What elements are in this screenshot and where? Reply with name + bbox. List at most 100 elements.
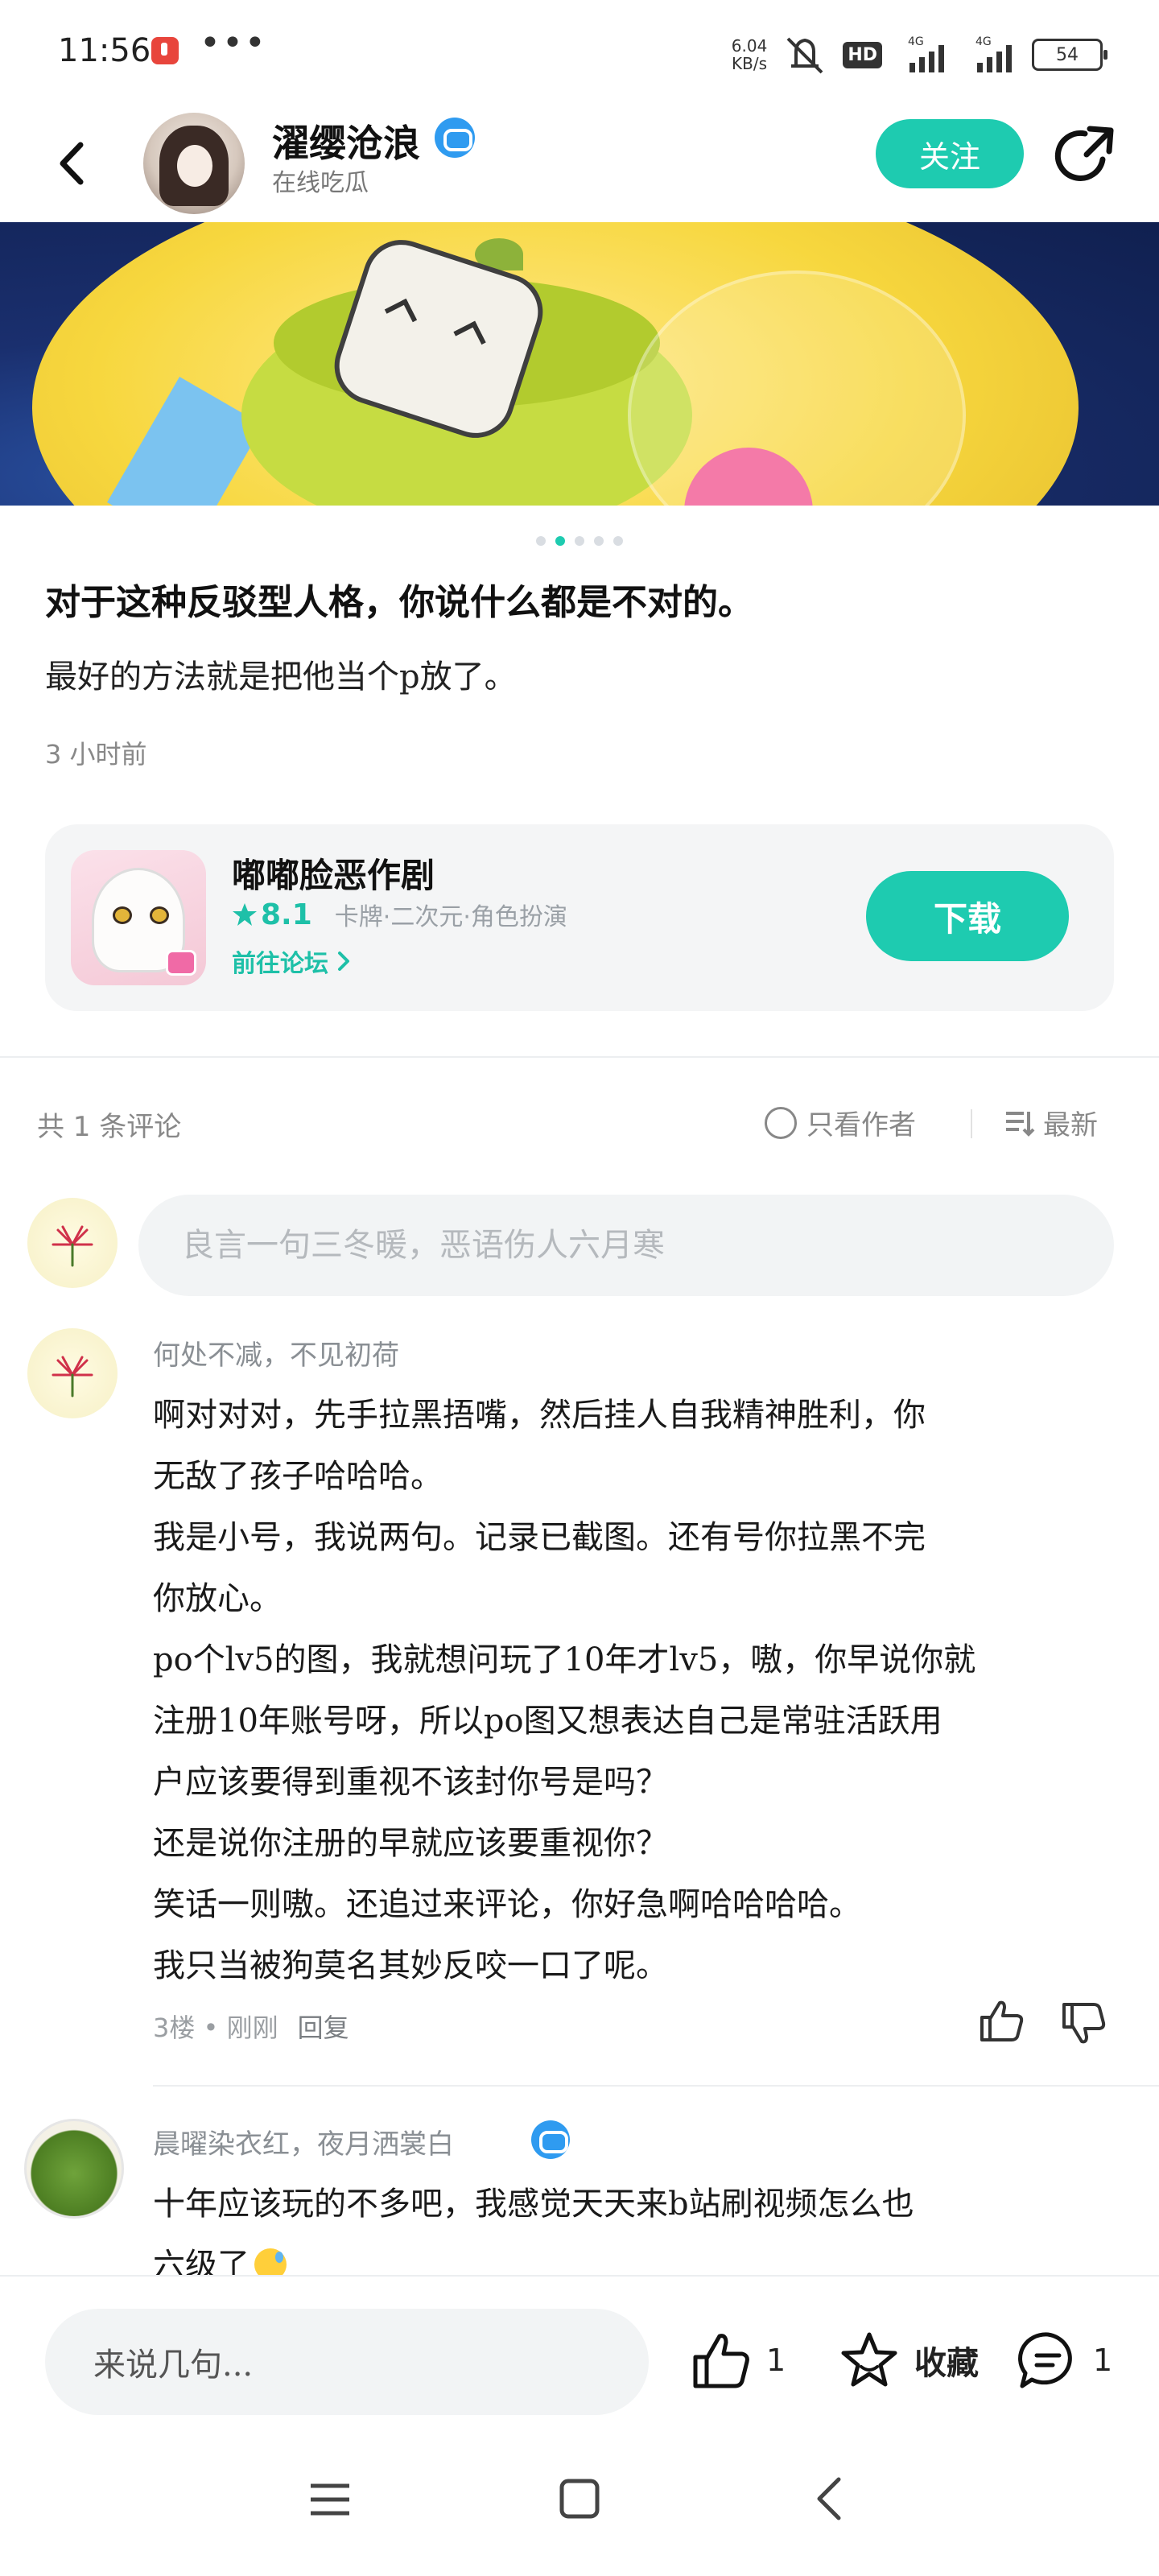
my-avatar: [27, 1198, 118, 1288]
game-card[interactable]: 嘟嘟脸恶作剧 8.1 卡牌·二次元·角色扮演 前往论坛 下载: [45, 824, 1114, 1011]
post-body: 最好的方法就是把他当个p放了。: [45, 658, 517, 696]
like-button[interactable]: 1: [689, 2328, 786, 2392]
mute-icon: [786, 37, 823, 74]
comment-input[interactable]: [138, 1195, 1114, 1296]
back-nav-icon[interactable]: [813, 2475, 845, 2523]
author-name[interactable]: 濯缨沧浪: [272, 114, 420, 167]
favorite-button[interactable]: 收藏: [837, 2328, 979, 2392]
carousel-dot: [613, 536, 623, 546]
comment-line: 还是说你注册的早就应该要重视你？: [153, 1825, 668, 1862]
comment-meta: 3楼 • 刚刚 回复: [153, 2008, 349, 2045]
status-indicators: 6.04 KB/s HD 4G 4G 54: [732, 31, 1107, 79]
game-tags: 卡牌·二次元·角色扮演: [334, 903, 567, 931]
comment-time: 刚刚: [226, 2013, 278, 2043]
net-speed: 6.04 KB/s: [732, 37, 768, 72]
comment-icon: [1018, 2332, 1072, 2388]
author-avatar[interactable]: [143, 113, 245, 214]
comment-divider: [153, 2085, 1159, 2087]
bottom-action-bar: 来说几句... 1 收藏 1: [0, 2275, 1159, 2428]
game-rating: 8.1 卡牌·二次元·角色扮演: [232, 897, 567, 932]
download-button[interactable]: 下载: [866, 871, 1069, 961]
star-outline-icon: [841, 2332, 897, 2387]
status-time: 11:56: [58, 32, 151, 69]
comment-line: po个lv5的图，我就想问玩了10年才lv5，嗷，你早说你就: [153, 1641, 976, 1678]
hd-badge: HD: [843, 41, 882, 68]
verified-icon: [435, 118, 475, 158]
forum-link-label: 前往论坛: [232, 950, 328, 978]
radio-icon[interactable]: [765, 1106, 797, 1139]
post-header: 濯缨沧浪 在线吃瓜 关注: [0, 105, 1159, 222]
back-icon[interactable]: [48, 127, 97, 200]
thumbs-up-icon: [693, 2334, 749, 2388]
reply-input[interactable]: 来说几句...: [45, 2309, 649, 2415]
comment-floor: 3楼: [153, 2013, 196, 2043]
sort-button[interactable]: 最新: [1003, 1103, 1098, 1142]
thumbs-down-icon[interactable]: [1059, 2000, 1107, 2048]
game-icon-eye: [113, 906, 132, 924]
svg-text:4G: 4G: [975, 35, 992, 48]
comment-line: 你放心。: [153, 1580, 282, 1617]
signal-icon: 4G: [908, 35, 944, 72]
carousel-dot: [575, 536, 584, 546]
verified-icon: [531, 2120, 570, 2159]
menu-icon[interactable]: [309, 2481, 351, 2518]
follow-button[interactable]: 关注: [876, 119, 1024, 188]
net-speed-value: 6.04: [731, 36, 768, 56]
game-name[interactable]: 嘟嘟脸恶作剧: [232, 848, 435, 898]
comment-line: 无敌了孩子哈哈哈。: [153, 1458, 443, 1495]
system-nav-bar: [0, 2428, 1159, 2576]
comment-body: 啊对对对，先手拉黑捂嘴，然后挂人自我精神胜利，你 无敌了孩子哈哈哈。 我是小号，…: [153, 1385, 1119, 1996]
commenter-avatar[interactable]: [27, 1328, 118, 1418]
carousel-dot: [594, 536, 604, 546]
comment-line: 注册10年账号呀，所以po图又想表达自己是常驻活跃用: [153, 1703, 942, 1740]
comment-line: 啊对对对，先手拉黑捂嘴，然后挂人自我精神胜利，你: [153, 1397, 926, 1434]
star-icon: [233, 903, 257, 926]
carousel-dots: [0, 536, 1159, 552]
carousel-dot-active: [555, 536, 565, 546]
comment-line: 十年应该玩的不多吧，我感觉天天来b站刷视频怎么也: [153, 2186, 914, 2223]
net-speed-unit: KB/s: [732, 54, 768, 73]
game-icon-badge: [166, 950, 196, 976]
home-icon[interactable]: [559, 2478, 600, 2520]
carousel-dot: [536, 536, 546, 546]
signal-icon: 4G: [975, 35, 1012, 72]
commenter-avatar[interactable]: [24, 2119, 124, 2219]
rating-value: 8.1: [261, 898, 312, 931]
game-icon[interactable]: [71, 850, 206, 985]
more-dots-icon: •••: [200, 23, 267, 64]
commenter-name[interactable]: 晨曜染衣红，夜月洒裳白: [153, 2122, 454, 2161]
reply-button[interactable]: 回复: [298, 2008, 349, 2045]
thumbs-up-icon[interactable]: [977, 1996, 1025, 2045]
sort-label: 最新: [1043, 1109, 1098, 1141]
flower-icon: [52, 1225, 93, 1267]
sort-icon: [1006, 1111, 1035, 1137]
comments-count: 共 1 条评论: [37, 1111, 182, 1143]
like-count: 1: [766, 2343, 786, 2378]
battery-level: 54: [1056, 44, 1079, 65]
flower-icon: [52, 1356, 93, 1397]
post-title: 对于这种反驳型人格，你说什么都是不对的。: [45, 582, 753, 623]
status-bar: 11:56 ••• 6.04 KB/s HD 4G 4G 54: [0, 0, 1159, 105]
music-app-icon: [151, 37, 179, 64]
author-only-label: 只看作者: [806, 1109, 916, 1141]
post-image-carousel[interactable]: [0, 222, 1159, 506]
comment-button[interactable]: 1: [1016, 2328, 1112, 2392]
section-divider: [0, 1056, 1159, 1058]
avatar-face: [177, 145, 212, 187]
comment-count: 1: [1093, 2343, 1113, 2378]
sort-separator: [971, 1109, 972, 1138]
forum-link[interactable]: 前往论坛: [232, 943, 353, 979]
svg-text:4G: 4G: [908, 35, 924, 48]
comment-line: 笑话一则嗷。还追过来评论，你好急啊哈哈哈哈。: [153, 1886, 861, 1923]
comment-line: 我是小号，我说两句。记录已截图。还有号你拉黑不完: [153, 1519, 926, 1556]
author-only-toggle[interactable]: 只看作者: [765, 1103, 916, 1142]
author-status: 在线吃瓜: [272, 169, 369, 197]
share-icon[interactable]: [1053, 122, 1119, 188]
comment-floor-time: 3楼 • 刚刚: [153, 2013, 278, 2043]
chevron-right-icon: [338, 952, 349, 971]
comment-line: 户应该要得到重视不该封你号是吗？: [153, 1764, 668, 1801]
game-icon-eye: [150, 906, 169, 924]
commenter-name[interactable]: 何处不减，不见初荷: [153, 1333, 399, 1373]
favorite-label: 收藏: [914, 2345, 979, 2382]
battery-icon: 54: [1032, 39, 1107, 71]
